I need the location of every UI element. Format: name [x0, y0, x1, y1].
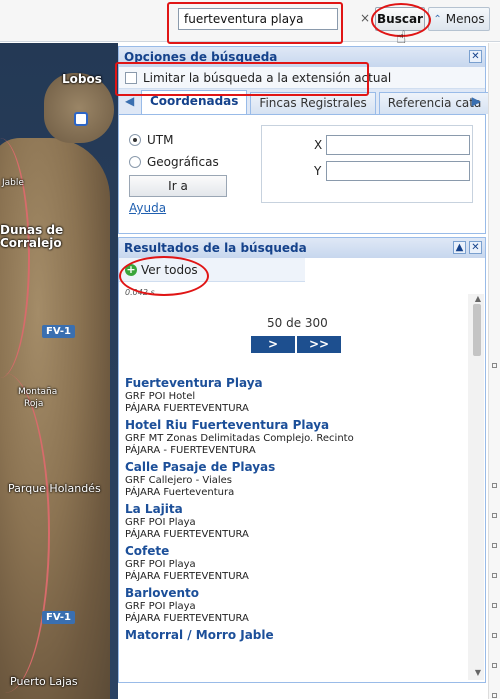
scroll-down-icon[interactable]: ▼: [475, 668, 481, 677]
map-label-lobos: Lobos: [62, 72, 102, 86]
hand-cursor-icon: ☝: [396, 28, 407, 48]
map-label-puerto: Puerto Lajas: [10, 675, 78, 688]
menos-label: Menos: [445, 12, 485, 26]
edge-marker: [492, 483, 497, 488]
map-road-badge: FV-1: [42, 325, 75, 338]
ir-a-button[interactable]: Ir a: [129, 175, 227, 197]
result-location: PÁJARA - FUERTEVENTURA: [125, 445, 256, 456]
search-results-panel: Resultados de la búsqueda ▲ ✕ + Ver todo…: [118, 237, 486, 683]
options-panel-header: Opciones de búsqueda ✕: [119, 47, 485, 67]
results-title: Resultados de la búsqueda: [124, 241, 307, 255]
tab-scroll-left-icon[interactable]: ◀: [125, 94, 134, 108]
options-tabs: ◀ Coordenadas Fincas Registrales Referen…: [119, 89, 491, 115]
tab-scroll-right-icon[interactable]: ▶: [472, 94, 481, 108]
result-title[interactable]: Fuerteventura Playa: [125, 376, 455, 391]
result-location: PÁJARA FUERTEVENTURA: [125, 613, 249, 624]
pager-count: 50 de 300: [267, 316, 328, 330]
y-input[interactable]: [326, 161, 470, 181]
list-item[interactable]: Cofete GRF POI Playa PÁJARA FUERTEVENTUR…: [125, 544, 455, 583]
edge-marker: [492, 633, 497, 638]
limit-extent-row[interactable]: Limitar la búsqueda a la extensión actua…: [119, 67, 485, 89]
limit-extent-label: Limitar la búsqueda a la extensión actua…: [143, 70, 392, 85]
next-page-button[interactable]: >: [251, 336, 295, 353]
search-toolbar: fuerteventura playa × Buscar ⌃ Menos: [0, 0, 500, 42]
map-road-badge-2: FV-1: [42, 611, 75, 624]
result-type: GRF POI Playa: [125, 559, 196, 570]
coordinates-form: UTM Geográficas Ir a Ayuda X Y: [119, 115, 485, 233]
result-title[interactable]: Barlovento: [125, 586, 455, 601]
result-type: GRF Callejero - Viales: [125, 475, 233, 486]
tab-coordenadas[interactable]: Coordenadas: [141, 90, 248, 114]
list-item[interactable]: Matorral / Morro Jable: [125, 628, 455, 643]
x-input[interactable]: [326, 135, 470, 155]
add-circle-icon: +: [125, 262, 137, 276]
result-location: PÁJARA FUERTEVENTURA: [125, 403, 249, 414]
result-location: PÁJARA FUERTEVENTURA: [125, 529, 249, 540]
last-page-button[interactable]: >>: [297, 336, 341, 353]
close-results-icon[interactable]: ✕: [469, 241, 482, 254]
map-label-dunas: Dunas de: [0, 223, 64, 237]
menos-button[interactable]: ⌃ Menos: [428, 7, 490, 31]
map-label-jable: Jable: [2, 178, 24, 188]
result-type: GRF POI Playa: [125, 517, 196, 528]
radio-utm-row[interactable]: UTM: [129, 133, 173, 147]
edge-marker: [492, 693, 497, 698]
scrollbar-thumb[interactable]: [473, 304, 481, 356]
list-item[interactable]: Barlovento GRF POI Playa PÁJARA FUERTEVE…: [125, 586, 455, 625]
close-icon[interactable]: ✕: [469, 50, 482, 63]
map-label-parque: Parque Holandés: [8, 482, 101, 495]
result-title[interactable]: La Lajita: [125, 502, 455, 517]
result-title[interactable]: Cofete: [125, 544, 455, 559]
x-label: X: [314, 138, 323, 152]
radio-geo-row[interactable]: Geográficas: [129, 155, 219, 169]
results-header: Resultados de la búsqueda ▲ ✕: [119, 238, 485, 258]
radio-geograficas[interactable]: [129, 156, 141, 168]
map-label-montana: Montaña: [18, 387, 58, 397]
collapse-icon[interactable]: ▲: [453, 241, 466, 254]
search-options-panel: Opciones de búsqueda ✕ Limitar la búsque…: [118, 46, 491, 234]
list-item[interactable]: La Lajita GRF POI Playa PÁJARA FUERTEVEN…: [125, 502, 455, 541]
edge-marker: [492, 573, 497, 578]
result-type: GRF MT Zonas Delimitadas Complejo. Recin…: [125, 433, 354, 444]
map-label-corralejo: Corralejo: [0, 236, 62, 250]
ver-todos-label: Ver todos: [141, 262, 198, 277]
edge-marker: [492, 513, 497, 518]
result-type: GRF POI Playa: [125, 601, 196, 612]
coordinate-inputs-box: X Y: [261, 125, 473, 203]
double-chevron-up-icon: ⌃: [433, 13, 442, 25]
tab-fincas-registrales[interactable]: Fincas Registrales: [250, 92, 376, 114]
result-title[interactable]: Hotel Riu Fuerteventura Playa: [125, 418, 455, 433]
map-view[interactable]: Lobos Jable Dunas de Corralejo FV-1 Mont…: [0, 43, 118, 699]
limit-extent-checkbox[interactable]: [125, 71, 137, 84]
result-title[interactable]: Matorral / Morro Jable: [125, 628, 455, 643]
scroll-up-icon[interactable]: ▲: [475, 294, 481, 303]
edge-marker: [492, 603, 497, 608]
map-poi-icon[interactable]: [74, 112, 88, 126]
y-label: Y: [314, 164, 322, 178]
list-item[interactable]: Fuerteventura Playa GRF POI Hotel PÁJARA…: [125, 376, 455, 415]
clear-search-icon[interactable]: ×: [360, 11, 370, 25]
response-time: 0.042 s: [125, 288, 155, 297]
map-label-roja: Roja: [24, 399, 44, 409]
radio-geo-label: Geográficas: [147, 155, 219, 169]
result-type: GRF POI Hotel: [125, 391, 196, 402]
radio-utm-label: UTM: [147, 133, 174, 147]
edge-marker: [492, 543, 497, 548]
list-item[interactable]: Hotel Riu Fuerteventura Playa GRF MT Zon…: [125, 418, 455, 457]
ayuda-link[interactable]: Ayuda: [129, 201, 166, 215]
right-edge-panel: [488, 43, 500, 699]
ver-todos-button[interactable]: + Ver todos: [119, 258, 305, 282]
results-list: Fuerteventura Playa GRF POI Hotel PÁJARA…: [125, 376, 455, 646]
search-input[interactable]: fuerteventura playa: [178, 8, 338, 30]
result-location: PÁJARA FUERTEVENTURA: [125, 571, 249, 582]
options-title: Opciones de búsqueda: [124, 50, 278, 64]
list-item[interactable]: Calle Pasaje de Playas GRF Callejero - V…: [125, 460, 455, 499]
result-location: PÁJARA Fuerteventura: [125, 487, 235, 498]
edge-marker: [492, 663, 497, 668]
edge-marker: [492, 363, 497, 368]
radio-utm[interactable]: [129, 134, 141, 146]
result-title[interactable]: Calle Pasaje de Playas: [125, 460, 455, 475]
